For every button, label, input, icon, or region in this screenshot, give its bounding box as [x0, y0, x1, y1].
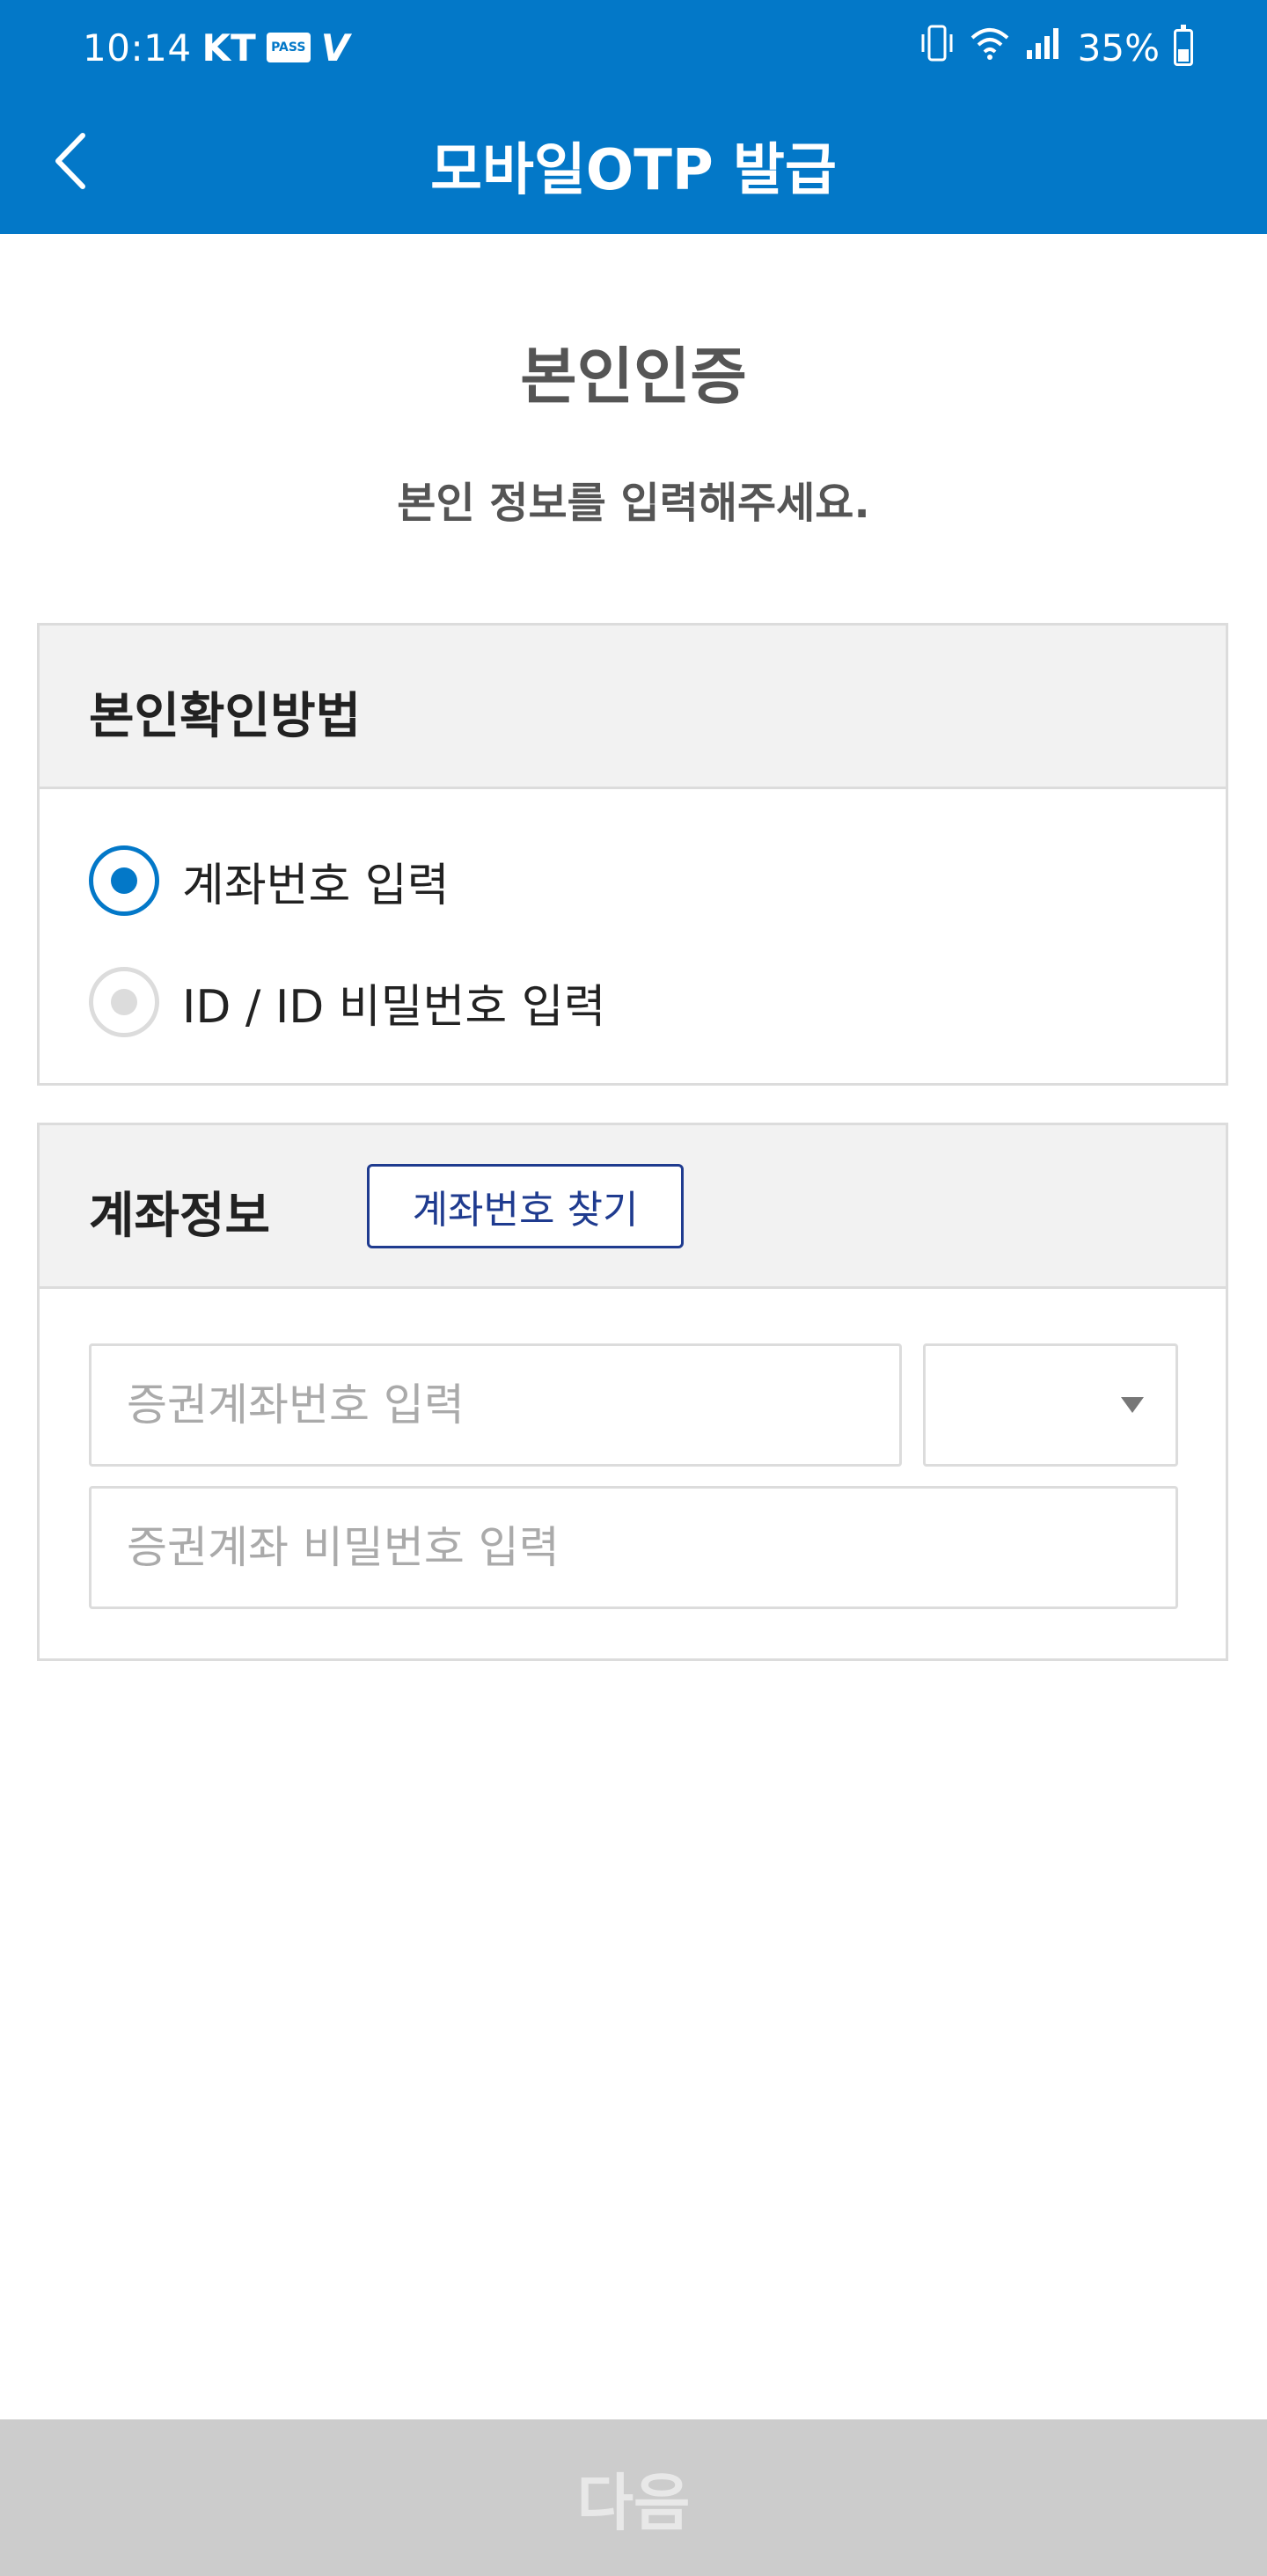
- radio-option-label: 계좌번호 입력: [182, 859, 450, 912]
- account-info-header: 계좌정보 계좌번호 찾기: [40, 1125, 1226, 1289]
- radio-checked-icon[interactable]: [89, 845, 159, 916]
- v3-app-icon: V: [320, 26, 350, 70]
- signal-icon: [1025, 26, 1064, 70]
- status-time: 10:14: [83, 26, 192, 70]
- verify-method-header: 본인확인방법: [40, 626, 1226, 789]
- account-info-panel: 계좌정보 계좌번호 찾기: [37, 1123, 1228, 1661]
- vibrate-icon: [919, 24, 955, 71]
- radio-option-id[interactable]: ID / ID 비밀번호 입력: [89, 965, 605, 1039]
- find-account-button[interactable]: 계좌번호 찾기: [367, 1164, 684, 1248]
- page-title: 본인인증: [520, 340, 747, 413]
- top-app-bar: 10:14 KT PASS V 35% 모바일OTP 발급: [0, 0, 1267, 234]
- page-subtitle: 본인 정보를 입력해주세요.: [397, 479, 870, 528]
- battery-icon: [1174, 25, 1193, 66]
- battery-percent: 35%: [1077, 26, 1160, 70]
- radio-option-label: ID / ID 비밀번호 입력: [182, 980, 606, 1034]
- account-info-label: 계좌정보: [89, 1188, 271, 1245]
- account-type-select[interactable]: [923, 1343, 1178, 1467]
- caret-down-icon: [1121, 1397, 1144, 1413]
- radio-option-account[interactable]: 계좌번호 입력: [89, 844, 450, 918]
- app-header: 모바일OTP 발급: [0, 93, 1267, 234]
- radio-unchecked-icon[interactable]: [89, 967, 159, 1037]
- status-right: 35%: [919, 21, 1193, 74]
- account-number-field[interactable]: [89, 1343, 902, 1467]
- wifi-icon: [969, 26, 1011, 70]
- status-bar: 10:14 KT PASS V 35%: [0, 0, 1267, 93]
- account-number-input[interactable]: [92, 1346, 899, 1464]
- status-left: 10:14 KT PASS V: [83, 21, 349, 74]
- verify-method-label: 본인확인방법: [89, 688, 362, 745]
- verify-method-panel: 본인확인방법 계좌번호 입력 ID / ID 비밀번호 입력: [37, 623, 1228, 1086]
- header-title: 모바일OTP 발급: [430, 138, 837, 203]
- pass-badge-label: PASS: [271, 40, 306, 55]
- account-password-field[interactable]: [89, 1486, 1178, 1609]
- next-button[interactable]: 다음: [0, 2419, 1267, 2576]
- status-carrier: KT: [201, 26, 256, 70]
- pass-app-icon: PASS: [266, 33, 311, 62]
- account-password-input[interactable]: [92, 1489, 1175, 1606]
